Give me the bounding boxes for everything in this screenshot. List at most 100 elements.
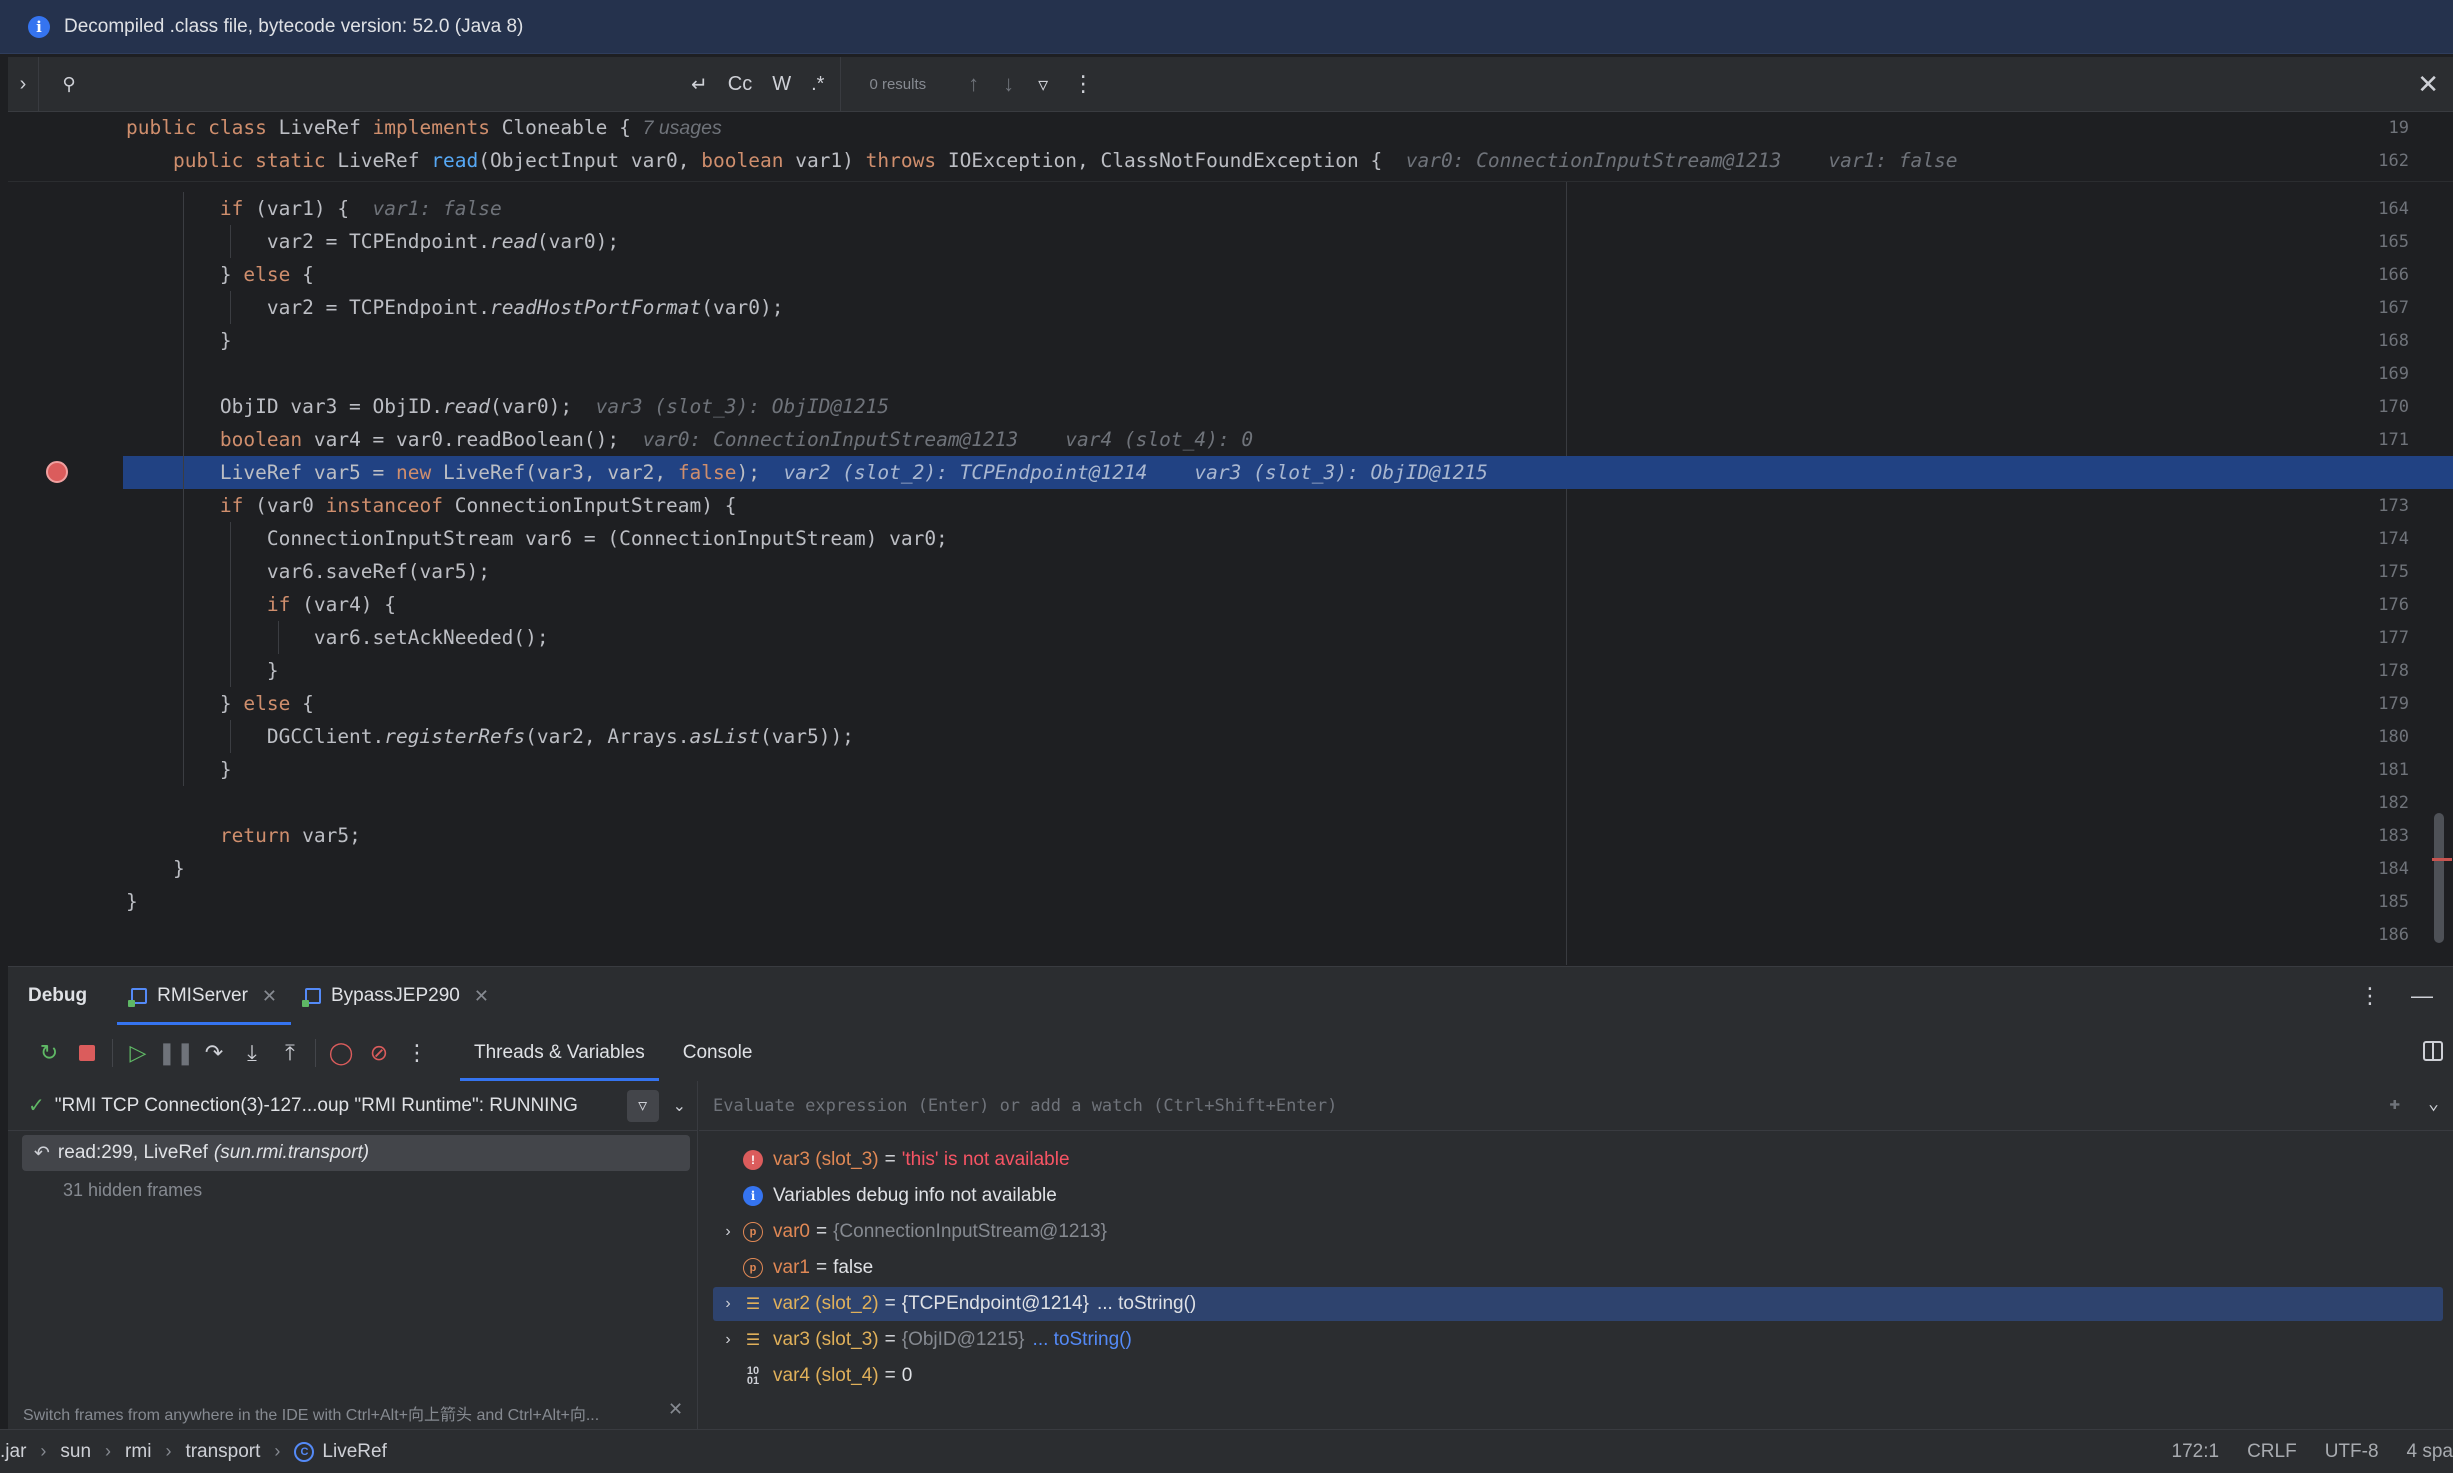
minimize-icon[interactable]: — <box>2411 983 2433 1009</box>
code-line[interactable]: } <box>126 324 232 357</box>
sticky-code-line[interactable]: public static LiveRef read(ObjectInput v… <box>126 144 1958 177</box>
code-line[interactable]: } <box>126 654 279 687</box>
search-icon[interactable]: ⚲ <box>49 74 89 95</box>
code-line[interactable]: ObjID var3 = ObjID.read(var0); var3 (slo… <box>126 390 889 423</box>
tostring-link[interactable]: ... toString() <box>1097 1293 1196 1315</box>
line-number[interactable]: 165 <box>2349 232 2409 252</box>
variable-row[interactable]: i Variables debug info not available <box>713 1179 2443 1213</box>
close-icon[interactable]: ✕ <box>668 1399 683 1420</box>
line-number[interactable]: 180 <box>2349 727 2409 747</box>
line-number[interactable]: 19 <box>2349 118 2409 138</box>
code-line[interactable]: } <box>126 885 138 918</box>
chevron-right-icon[interactable]: › <box>713 1295 743 1313</box>
code-line[interactable]: var2 = TCPEndpoint.read(var0); <box>126 225 619 258</box>
breadcrumb-item[interactable]: LiveRef <box>322 1441 386 1463</box>
filter-icon[interactable]: ▿ <box>626 1089 659 1122</box>
line-number[interactable]: 173 <box>2349 496 2409 516</box>
thread-selector[interactable]: ✓ "RMI TCP Connection(3)-127...oup "RMI … <box>8 1081 698 1131</box>
tab-threads-variables[interactable]: Threads & Variables <box>460 1025 659 1081</box>
code-line[interactable]: var6.saveRef(var5); <box>126 555 490 588</box>
breadcrumb-item[interactable]: sun <box>60 1441 91 1463</box>
caret-position[interactable]: 172:1 <box>2172 1441 2220 1463</box>
expand-replace-icon[interactable]: › <box>8 73 38 96</box>
variable-row[interactable]: 10 01 var4 (slot_4) = 0 <box>713 1359 2443 1393</box>
tab-bypassjep290[interactable]: BypassJEP290 ✕ <box>291 967 503 1025</box>
line-number[interactable]: 168 <box>2349 331 2409 351</box>
code-line[interactable]: if (var4) { <box>126 588 396 621</box>
code-line[interactable]: DGCClient.registerRefs(var2, Arrays.asLi… <box>126 720 854 753</box>
line-number[interactable]: 166 <box>2349 265 2409 285</box>
chevron-right-icon[interactable]: › <box>713 1223 743 1241</box>
line-number[interactable]: 170 <box>2349 397 2409 417</box>
line-number[interactable]: 162 <box>2349 151 2409 171</box>
breakpoint-icon[interactable] <box>46 461 68 483</box>
more-options-icon[interactable]: ⋮ <box>1060 71 1106 97</box>
line-number[interactable]: 169 <box>2349 364 2409 384</box>
match-case-button[interactable]: Cc <box>718 73 762 96</box>
line-number[interactable]: 171 <box>2349 430 2409 450</box>
mute-breakpoints-icon[interactable]: ⊘ <box>360 1033 398 1073</box>
line-number[interactable]: 178 <box>2349 661 2409 681</box>
hidden-frames-link[interactable]: 31 hidden frames <box>63 1180 202 1201</box>
code-line[interactable]: } <box>126 852 185 885</box>
step-into-icon[interactable]: ⤓ <box>233 1033 271 1073</box>
stack-frame[interactable]: ↶ read:299, LiveRef (sun.rmi.transport) <box>22 1135 690 1171</box>
step-over-icon[interactable]: ↷ <box>195 1033 233 1073</box>
words-button[interactable]: W <box>762 73 801 96</box>
line-number[interactable]: 186 <box>2349 925 2409 945</box>
line-number[interactable]: 174 <box>2349 529 2409 549</box>
code-line[interactable]: var6.setAckNeeded(); <box>126 621 549 654</box>
previous-occurrence-icon[interactable]: ↑ <box>956 71 991 97</box>
line-number[interactable]: 181 <box>2349 760 2409 780</box>
breadcrumb-item[interactable]: transport <box>185 1441 260 1463</box>
error-stripe-mark[interactable] <box>2432 858 2452 861</box>
variable-row[interactable]: › p var0 = {ConnectionInputStream@1213} <box>713 1215 2443 1249</box>
code-line[interactable]: } else { <box>126 687 314 720</box>
line-separator[interactable]: CRLF <box>2247 1441 2297 1463</box>
variable-row[interactable]: › ☰ var2 (slot_2) = {TCPEndpoint@1214} ... to… <box>713 1287 2443 1321</box>
close-icon[interactable]: ✕ <box>474 986 489 1007</box>
variable-row[interactable]: ! var3 (slot_3) ='this' is not available <box>713 1143 2443 1177</box>
line-number[interactable]: 179 <box>2349 694 2409 714</box>
layout-icon[interactable] <box>2423 1041 2443 1061</box>
view-breakpoints-icon[interactable]: ◯ <box>322 1033 360 1073</box>
code-line[interactable]: LiveRef var5 = new LiveRef(var3, var2, f… <box>126 456 1488 489</box>
resume-icon[interactable]: ▷ <box>119 1033 157 1073</box>
editor-scrollbar[interactable] <box>2434 813 2444 943</box>
newline-icon[interactable]: ↵ <box>681 72 718 97</box>
code-line[interactable]: } <box>126 753 232 786</box>
pause-icon[interactable]: ❚❚ <box>157 1033 195 1073</box>
code-line[interactable]: boolean var4 = var0.readBoolean(); var0:… <box>126 423 1253 456</box>
stop-icon[interactable] <box>68 1033 106 1073</box>
chevron-down-icon[interactable]: ⌄ <box>2428 1093 2439 1114</box>
more-options-icon[interactable]: ⋮ <box>2359 983 2381 1009</box>
next-occurrence-icon[interactable]: ↓ <box>991 71 1026 97</box>
breadcrumb-item[interactable]: .jar <box>0 1441 26 1463</box>
line-number[interactable]: 182 <box>2349 793 2409 813</box>
line-number[interactable]: 177 <box>2349 628 2409 648</box>
code-line[interactable]: ConnectionInputStream var6 = (Connection… <box>126 522 948 555</box>
code-line[interactable]: } else { <box>126 258 314 291</box>
tab-console[interactable]: Console <box>669 1025 767 1081</box>
line-number[interactable]: 167 <box>2349 298 2409 318</box>
line-number[interactable]: 164 <box>2349 199 2409 219</box>
tostring-link[interactable]: ... toString() <box>1033 1329 1132 1351</box>
code-line[interactable]: return var5; <box>126 819 361 852</box>
tab-rmiserver[interactable]: RMIServer ✕ <box>117 967 291 1025</box>
rerun-icon[interactable]: ↻ <box>30 1033 68 1073</box>
variable-row[interactable]: › ☰ var3 (slot_3) = {ObjID@1215} ... toString… <box>713 1323 2443 1357</box>
close-icon[interactable]: ✕ <box>2417 69 2439 100</box>
line-number[interactable]: 175 <box>2349 562 2409 582</box>
chevron-right-icon[interactable]: › <box>713 1331 743 1349</box>
code-line[interactable]: var2 = TCPEndpoint.readHostPortFormat(va… <box>126 291 784 324</box>
evaluate-expression-input[interactable]: Evaluate expression (Enter) or add a wat… <box>699 1081 2453 1131</box>
line-number[interactable]: 184 <box>2349 859 2409 879</box>
close-icon[interactable]: ✕ <box>262 986 277 1007</box>
line-number[interactable]: 185 <box>2349 892 2409 912</box>
line-number[interactable]: 183 <box>2349 826 2409 846</box>
more-options-icon[interactable]: ⋮ <box>398 1033 436 1073</box>
regex-button[interactable]: .* <box>801 73 834 96</box>
chevron-down-icon[interactable]: ⌄ <box>673 1096 686 1116</box>
line-number[interactable]: 176 <box>2349 595 2409 615</box>
breadcrumb-item[interactable]: rmi <box>125 1441 151 1463</box>
